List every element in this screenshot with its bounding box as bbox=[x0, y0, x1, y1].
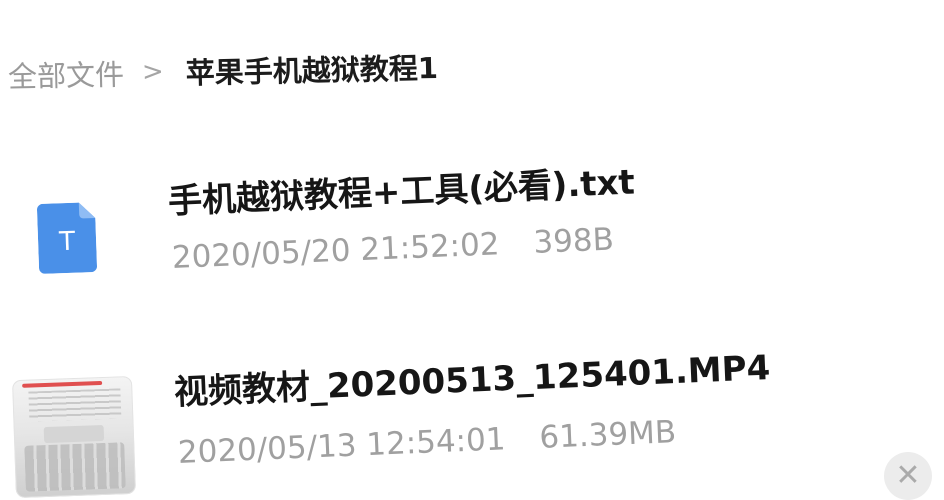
file-meta: 2020/05/13 12:54:01 61.39MB bbox=[177, 414, 677, 471]
breadcrumb-root-link[interactable]: 全部文件 bbox=[8, 52, 125, 96]
file-date: 2020/05/20 21:52:02 bbox=[171, 226, 501, 276]
file-list-item[interactable]: 视频教材_20200513_125401.MP4 2020/05/13 12:5… bbox=[0, 348, 944, 500]
file-name: 视频教材_20200513_125401.MP4 bbox=[173, 348, 771, 413]
thumbnail-detail bbox=[28, 388, 122, 422]
text-file-icon-letter: T bbox=[58, 227, 76, 258]
breadcrumb-separator: > bbox=[141, 56, 165, 88]
video-thumbnail bbox=[11, 375, 137, 499]
close-button[interactable]: ✕ bbox=[884, 452, 932, 500]
file-date: 2020/05/13 12:54:01 bbox=[177, 421, 507, 471]
thumbnail-detail bbox=[22, 380, 103, 388]
breadcrumb-current-folder: 苹果手机越狱教程1 bbox=[185, 50, 439, 91]
file-list-item[interactable]: T 手机越狱教程+工具(必看).txt 2020/05/20 21:52:02 3… bbox=[0, 160, 944, 300]
breadcrumb: 全部文件 > 苹果手机越狱教程1 bbox=[8, 45, 439, 96]
file-size: 61.39MB bbox=[538, 414, 677, 456]
file-size: 398B bbox=[532, 221, 615, 261]
text-file-icon: T bbox=[37, 202, 97, 274]
file-meta: 2020/05/20 21:52:02 398B bbox=[171, 221, 614, 275]
file-browser-screen: 全部文件 > 苹果手机越狱教程1 T 手机越狱教程+工具(必看).txt 202… bbox=[0, 0, 944, 500]
close-icon: ✕ bbox=[895, 458, 921, 493]
file-name: 手机越狱教程+工具(必看).txt bbox=[167, 162, 636, 222]
thumbnail-keypad bbox=[24, 442, 126, 492]
thumbnail-detail bbox=[43, 424, 105, 444]
